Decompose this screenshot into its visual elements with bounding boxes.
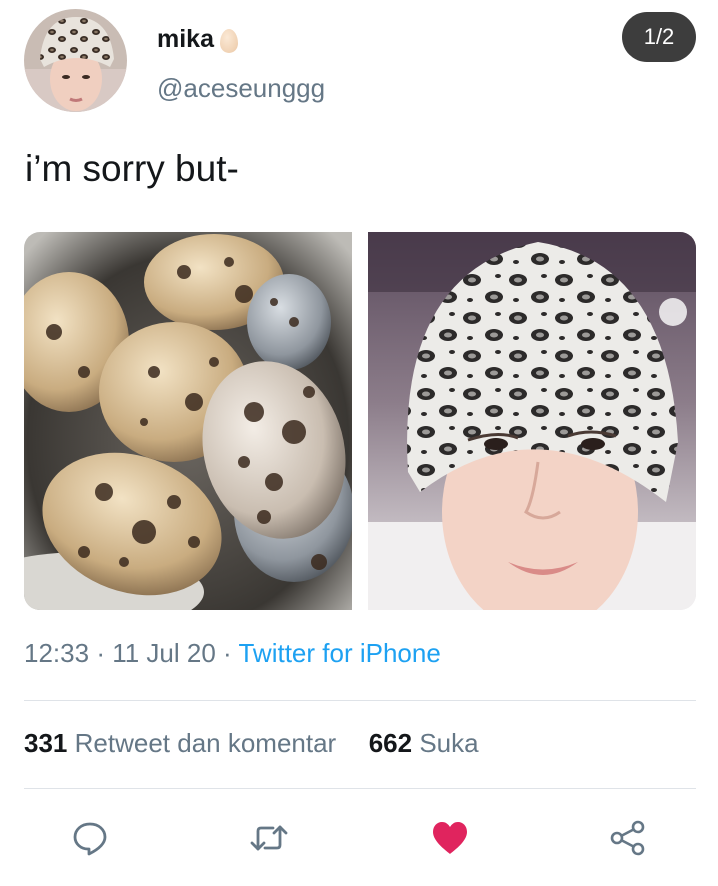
speech-bubble-icon — [73, 822, 107, 856]
heart-icon — [433, 822, 467, 854]
like-button[interactable] — [430, 818, 470, 858]
retweets-label: Retweet dan komentar — [74, 728, 337, 758]
retweets-count: 331 — [24, 728, 68, 758]
person-leopard-hat-image — [368, 232, 696, 610]
photo-quail-eggs[interactable] — [24, 232, 352, 610]
display-name[interactable]: mika — [157, 25, 238, 54]
avatar-image — [24, 9, 127, 112]
quail-eggs-image — [24, 232, 352, 610]
tweet-text: i’m sorry but- — [25, 148, 239, 189]
divider — [24, 700, 696, 701]
likes-label: Suka — [419, 728, 479, 758]
share-icon — [610, 820, 645, 856]
egg-icon — [219, 28, 238, 53]
retweet-icon — [250, 825, 288, 851]
retweet-button[interactable] — [249, 818, 289, 858]
tweet-stats: 331 Retweet dan komentar 662 Suka — [24, 728, 479, 759]
meta-separator: · — [96, 638, 105, 668]
photo-person-hat[interactable] — [368, 232, 696, 610]
display-name-text: mika — [157, 25, 214, 53]
likes-stat[interactable]: 662 Suka — [369, 728, 479, 758]
user-handle[interactable]: @aceseunggg — [157, 73, 325, 104]
tweet-source-link[interactable]: Twitter for iPhone — [238, 638, 440, 668]
action-bar — [0, 818, 718, 858]
tweet-date[interactable]: 11 Jul 20 — [112, 638, 216, 668]
likes-count: 662 — [368, 728, 413, 758]
tweet-time[interactable]: 12:33 — [24, 638, 89, 668]
divider — [24, 788, 696, 789]
meta-separator: · — [223, 638, 232, 668]
reply-button[interactable] — [70, 818, 110, 858]
image-counter-badge: 1/2 — [622, 12, 696, 62]
media-grid — [24, 232, 696, 610]
share-button[interactable] — [608, 818, 648, 858]
retweets-stat[interactable]: 331 Retweet dan komentar — [24, 728, 343, 758]
tweet-meta: 12:33 · 11 Jul 20 · Twitter for iPhone — [24, 638, 441, 669]
avatar[interactable] — [24, 9, 127, 112]
